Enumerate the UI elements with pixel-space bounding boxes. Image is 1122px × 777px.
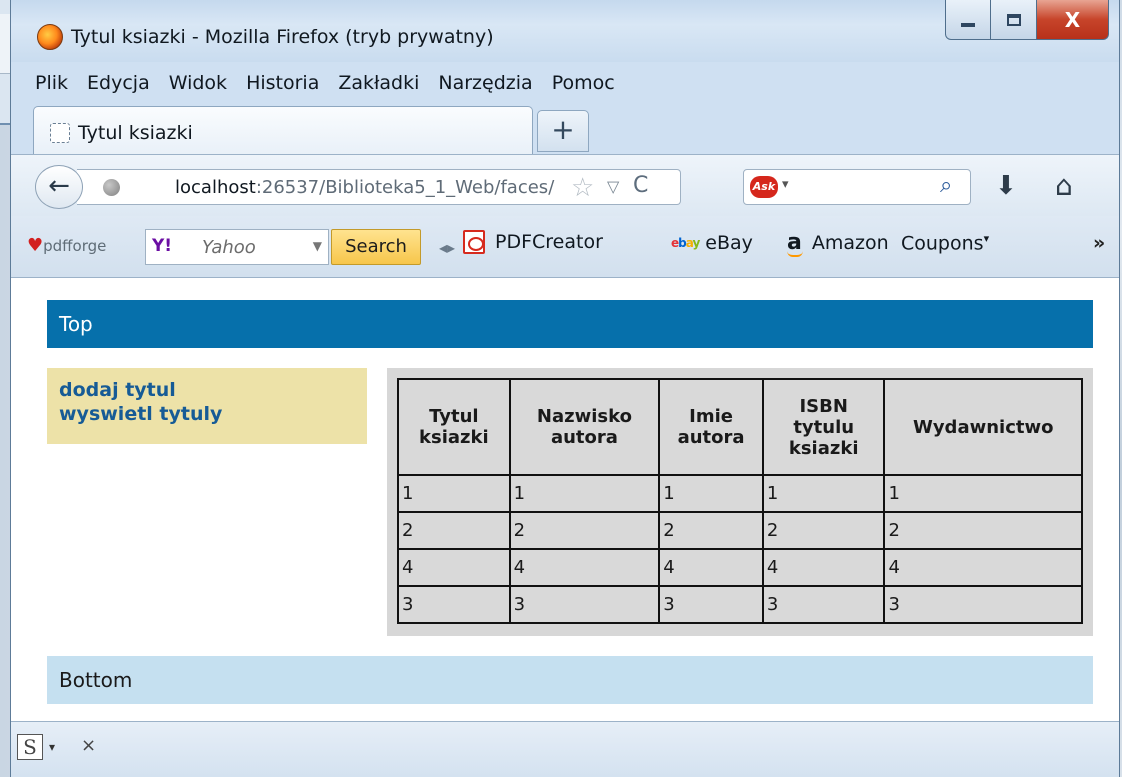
table-cell: 3	[397, 585, 511, 624]
minimize-button[interactable]	[945, 0, 991, 40]
table-cell: 3	[658, 585, 764, 624]
minimize-icon	[961, 22, 975, 27]
page-content: Top dodaj tytul wyswietl tytuly Tytul ks…	[11, 278, 1119, 721]
menu-edycja[interactable]: Edycja	[87, 72, 150, 94]
addon-s-icon[interactable]: S	[17, 734, 43, 760]
table-cell: 3	[508, 585, 661, 624]
title-bar: Tytul ksiazki - Mozilla Firefox (tryb pr…	[11, 0, 1119, 62]
menu-historia[interactable]: Historia	[246, 72, 319, 94]
url-text-container: localhost:26537/Biblioteka5_1_Web/faces/	[125, 170, 563, 204]
table-cell: 4	[761, 548, 886, 587]
addon-dropdown-icon[interactable]: ▾	[49, 740, 55, 754]
link-wyswietl-tytuly[interactable]: wyswietl tytuly	[59, 402, 355, 426]
close-addon-bar-icon[interactable]: ×	[81, 735, 96, 756]
header-nazwisko-autora: Nazwisko autora	[508, 378, 661, 476]
table-cell: 1	[761, 474, 886, 513]
menu-plik[interactable]: Plik	[35, 72, 68, 94]
table-row: 2 2 2 2 2	[397, 511, 1083, 550]
firefox-icon[interactable]	[37, 24, 63, 50]
table-cell: 4	[658, 548, 764, 587]
navigation-bar: localhost:26537/Biblioteka5_1_Web/faces/…	[11, 154, 1119, 216]
search-box[interactable]: Ask ▾ ⌕	[743, 169, 971, 205]
table-cell: 1	[883, 474, 1083, 513]
more-bookmarks-chevron-icon[interactable]: »	[1093, 232, 1105, 254]
header-wydawnictwo: Wydawnictwo	[883, 378, 1083, 476]
amazon-icon: a	[787, 230, 803, 257]
link-dodaj-tytul[interactable]: dodaj tytul	[59, 378, 355, 402]
download-icon[interactable]: ⬇	[995, 171, 1017, 201]
header-tytul-ksiazki: Tytul ksiazki	[397, 378, 511, 476]
table-cell: 4	[397, 548, 511, 587]
yahoo-search-field[interactable]: Y! Yahoo ▼	[145, 229, 329, 265]
tab-title: Tytul ksiazki	[78, 122, 193, 144]
maximize-button[interactable]	[991, 0, 1037, 40]
bookmark-coupons[interactable]: Coupons▾	[901, 232, 989, 254]
menu-pomoc[interactable]: Pomoc	[552, 72, 615, 94]
history-dropdown-icon[interactable]: ▽	[607, 177, 619, 196]
page-nav-panel: dodaj tytul wyswietl tytuly	[47, 368, 367, 444]
header-imie-autora: Imie autora	[658, 378, 764, 476]
search-engine-dropdown-icon[interactable]: ▾	[782, 177, 789, 192]
pdfforge-logo[interactable]: ♥pdfforge	[27, 235, 106, 256]
toolbar-separator-handle[interactable]: ◂▸	[439, 238, 455, 257]
table-cell: 2	[397, 511, 511, 550]
url-host: localhost	[175, 177, 256, 198]
tab-strip: Tytul ksiazki +	[11, 100, 1119, 156]
table-row: 1 1 1 1 1	[397, 474, 1083, 513]
table-cell: 3	[883, 585, 1083, 624]
bookmark-star-icon[interactable]: ☆	[571, 173, 594, 203]
table-row: 3 3 3 3 3	[397, 585, 1083, 624]
page-top-bar: Top	[47, 300, 1093, 348]
yahoo-dropdown-icon[interactable]: ▼	[313, 239, 322, 253]
close-button[interactable]: X	[1037, 0, 1109, 40]
url-path: :26537/Biblioteka5_1_Web/faces/	[255, 177, 555, 198]
table-cell: 4	[883, 548, 1083, 587]
table-cell: 3	[761, 585, 886, 624]
menu-narzedzia[interactable]: Narzędzia	[438, 72, 532, 94]
window-title: Tytul ksiazki - Mozilla Firefox (tryb pr…	[71, 26, 494, 48]
menu-bar: Plik Edycja Widok Historia Zakładki Narz…	[11, 66, 634, 100]
table-row: 4 4 4 4 4	[397, 548, 1083, 587]
ebay-icon: ebay	[671, 236, 700, 250]
pdf-icon	[463, 230, 485, 254]
table-cell: 2	[883, 511, 1083, 550]
reload-icon[interactable]: C	[633, 173, 648, 198]
maximize-icon	[1006, 13, 1021, 26]
table-cell: 1	[397, 474, 511, 513]
ask-search-icon[interactable]: Ask	[750, 176, 778, 198]
bookmark-ebay[interactable]: ebay eBay	[671, 232, 753, 254]
pdfforge-heart-icon: ♥	[27, 235, 44, 256]
table-cell: 2	[658, 511, 764, 550]
table-cell: 2	[508, 511, 661, 550]
page-bottom-bar: Bottom	[47, 656, 1093, 704]
search-icon[interactable]: ⌕	[940, 173, 952, 198]
globe-icon	[103, 179, 120, 196]
bookmark-amazon[interactable]: a Amazon	[787, 230, 889, 257]
coupons-dropdown-icon: ▾	[983, 232, 990, 245]
bookmarks-toolbar: ♥pdfforge Y! Yahoo ▼ Search ◂▸ PDFCreato…	[11, 216, 1119, 278]
new-tab-button[interactable]: +	[537, 110, 589, 152]
books-table: Tytul ksiazki Nazwisko autora Imie autor…	[397, 378, 1083, 624]
back-button[interactable]: ←	[35, 165, 83, 209]
header-isbn: ISBN tytulu ksiazki	[761, 378, 886, 476]
table-cell: 4	[508, 548, 661, 587]
addon-bar: S ▾ ×	[11, 721, 1119, 777]
menu-zakladki[interactable]: Zakładki	[338, 72, 419, 94]
browser-window: Tytul ksiazki - Mozilla Firefox (tryb pr…	[10, 0, 1120, 777]
table-header-row: Tytul ksiazki Nazwisko autora Imie autor…	[397, 378, 1083, 476]
table-cell: 2	[761, 511, 886, 550]
table-cell: 1	[508, 474, 661, 513]
yahoo-placeholder: Yahoo	[202, 237, 256, 258]
menu-widok[interactable]: Widok	[169, 72, 227, 94]
window-controls: X	[945, 0, 1109, 40]
table-cell: 1	[658, 474, 764, 513]
yahoo-logo-icon: Y!	[152, 236, 173, 256]
url-bar[interactable]: localhost:26537/Biblioteka5_1_Web/faces/…	[77, 169, 681, 205]
search-button[interactable]: Search	[331, 229, 421, 265]
bookmark-pdfcreator[interactable]: PDFCreator	[463, 230, 603, 254]
books-table-panel: Tytul ksiazki Nazwisko autora Imie autor…	[387, 368, 1093, 636]
tab-tytul-ksiazki[interactable]: Tytul ksiazki	[33, 106, 533, 156]
home-icon[interactable]: ⌂	[1055, 169, 1073, 202]
page-favicon-icon	[50, 123, 70, 143]
